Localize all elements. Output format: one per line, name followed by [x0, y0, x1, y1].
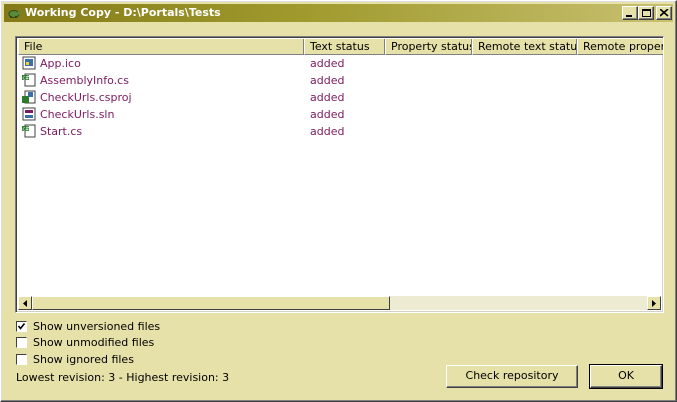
list-header: File Text status Property status Remote … — [18, 39, 663, 55]
svg-text:c#: c# — [23, 76, 30, 82]
maximize-button[interactable] — [638, 6, 654, 20]
column-header-file[interactable]: File — [18, 39, 304, 55]
window-title: Working Copy - D:\Portals\Tests — [25, 6, 221, 19]
csharp-file-icon: c# — [22, 73, 36, 87]
column-header-property-status[interactable]: Property status — [385, 39, 472, 55]
minimize-button[interactable] — [622, 6, 638, 20]
svg-text:c#: c# — [23, 127, 30, 133]
file-name: App.ico — [40, 57, 81, 70]
table-row[interactable]: c# Start.cs added — [20, 123, 660, 140]
image-file-icon — [22, 56, 36, 70]
solution-file-icon — [22, 107, 36, 121]
check-repository-button[interactable]: Check repository — [446, 365, 578, 388]
file-name: CheckUrls.csproj — [40, 91, 132, 104]
arrow-right-icon — [652, 300, 656, 307]
maximize-icon — [642, 9, 651, 17]
checkbox-box[interactable] — [16, 321, 27, 332]
text-status: added — [310, 125, 345, 138]
text-status: added — [310, 74, 345, 87]
column-header-remote-text-status[interactable]: Remote text status — [472, 39, 577, 55]
checkbox-label: Show unmodified files — [33, 336, 155, 349]
scroll-right-button[interactable] — [647, 296, 661, 310]
checkbox-box[interactable] — [16, 354, 27, 365]
text-status: added — [310, 91, 345, 104]
table-row[interactable]: c# AssemblyInfo.cs added — [20, 72, 660, 89]
table-row[interactable]: CheckUrls.sln added — [20, 106, 660, 123]
revision-info: Lowest revision: 3 - Highest revision: 3 — [16, 371, 230, 384]
project-file-icon — [22, 90, 36, 104]
file-name: AssemblyInfo.cs — [40, 74, 129, 87]
file-name: Start.cs — [40, 125, 83, 138]
scrollbar-thumb[interactable] — [32, 296, 390, 310]
turtle-app-icon — [8, 10, 21, 18]
checkbox-label: Show unversioned files — [33, 320, 161, 333]
column-header-text-status[interactable]: Text status — [304, 39, 385, 55]
checkbox-label: Show ignored files — [33, 353, 134, 366]
file-name: CheckUrls.sln — [40, 108, 115, 121]
close-button[interactable] — [656, 6, 672, 20]
text-status: added — [310, 108, 345, 121]
close-icon — [660, 9, 669, 17]
table-row[interactable]: CheckUrls.csproj added — [20, 89, 660, 106]
working-copy-window: Working Copy - D:\Portals\Tests File Tex… — [0, 0, 677, 402]
table-row[interactable]: App.ico added — [20, 55, 660, 72]
checkmark-icon — [17, 323, 26, 330]
text-status: added — [310, 57, 345, 70]
checkbox-box[interactable] — [16, 337, 27, 348]
column-header-remote-property[interactable]: Remote property — [577, 39, 663, 55]
ok-button[interactable]: OK — [589, 364, 663, 389]
title-bar[interactable]: Working Copy - D:\Portals\Tests — [4, 4, 673, 22]
file-list[interactable]: File Text status Property status Remote … — [15, 36, 664, 313]
csharp-file-icon: c# — [22, 124, 36, 138]
minimize-icon — [626, 15, 632, 17]
scroll-left-button[interactable] — [18, 296, 32, 310]
arrow-left-icon — [23, 300, 27, 307]
horizontal-scrollbar[interactable] — [18, 296, 661, 310]
